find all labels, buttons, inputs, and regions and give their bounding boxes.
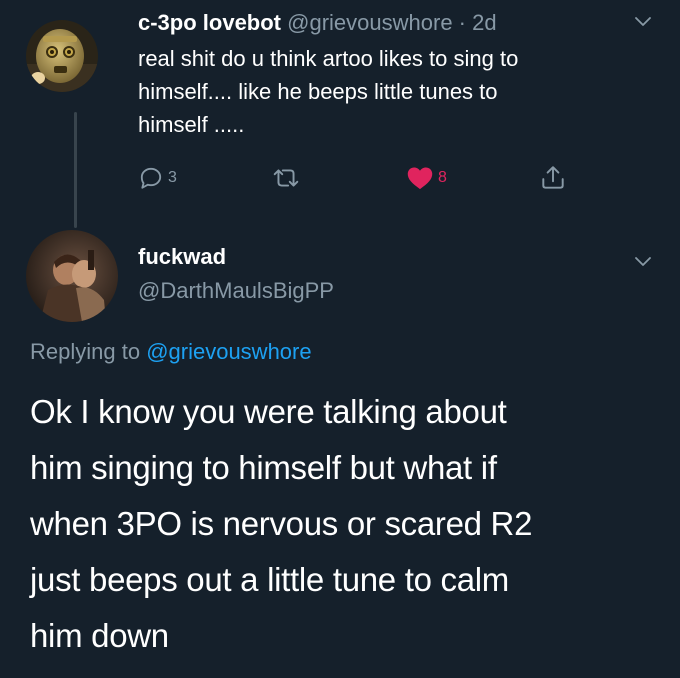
tweet1-action-bar: 3 8 (138, 162, 598, 194)
avatar-c3po[interactable] (26, 20, 98, 92)
thread-connector-line (74, 112, 77, 228)
reply-count: 3 (168, 169, 177, 186)
replying-to-line: Replying to @grievouswhore (30, 337, 312, 367)
tweet1-separator: · (452, 10, 473, 35)
share-button[interactable] (540, 162, 566, 194)
share-icon (542, 166, 564, 189)
tweet2-line-1: Ok I know you were talking about (30, 393, 507, 430)
tweet1-text: real shit do u think artoo likes to sing… (138, 42, 638, 141)
tweet2-line-2: him singing to himself but what if (30, 449, 497, 486)
like-button[interactable]: 8 (406, 162, 447, 194)
retweet-button[interactable] (272, 162, 300, 194)
tweet2-chevron-down-icon[interactable] (632, 250, 654, 272)
reply-button[interactable]: 3 (138, 162, 177, 194)
tweet1-handle-text[interactable]: @grievouswhore (287, 10, 452, 35)
tweet2-line-5: him down (30, 617, 169, 654)
tweet1-chevron-down-icon[interactable] (632, 10, 654, 32)
tweet2-line-3: when 3PO is nervous or scared R2 (30, 505, 533, 542)
reply-icon (140, 167, 162, 189)
tweet1-line-2: himself.... like he beeps little tunes t… (138, 79, 498, 104)
tweet2-display-name[interactable]: fuckwad (138, 242, 226, 272)
tweet-thread: c-3po lovebot @grievouswhore · 2d real s… (0, 0, 680, 678)
tweet2-text: Ok I know you were talking about him sin… (30, 384, 650, 664)
heart-icon (407, 167, 433, 190)
tweet2-line-4: just beeps out a little tune to calm (30, 561, 509, 598)
tweet1-timestamp[interactable]: 2d (472, 10, 496, 35)
fuckwad-avatar-image (26, 230, 118, 322)
replying-prefix: Replying to (30, 339, 147, 364)
replying-mention-link[interactable]: @grievouswhore (146, 339, 311, 364)
like-count: 8 (438, 169, 447, 186)
tweet1-handle[interactable]: @grievouswhore (287, 10, 452, 35)
tweet1-header: c-3po lovebot @grievouswhore · 2d (138, 8, 497, 38)
tweet2-handle[interactable]: @DarthMaulsBigPP (138, 276, 334, 306)
avatar-fuckwad[interactable] (26, 230, 118, 322)
c3po-avatar-image (26, 20, 98, 92)
tweet1-line-3: himself ..... (138, 112, 245, 137)
tweet1-line-1: real shit do u think artoo likes to sing… (138, 46, 519, 71)
tweet1-display-name[interactable]: c-3po lovebot (138, 10, 281, 35)
retweet-icon (273, 169, 299, 187)
